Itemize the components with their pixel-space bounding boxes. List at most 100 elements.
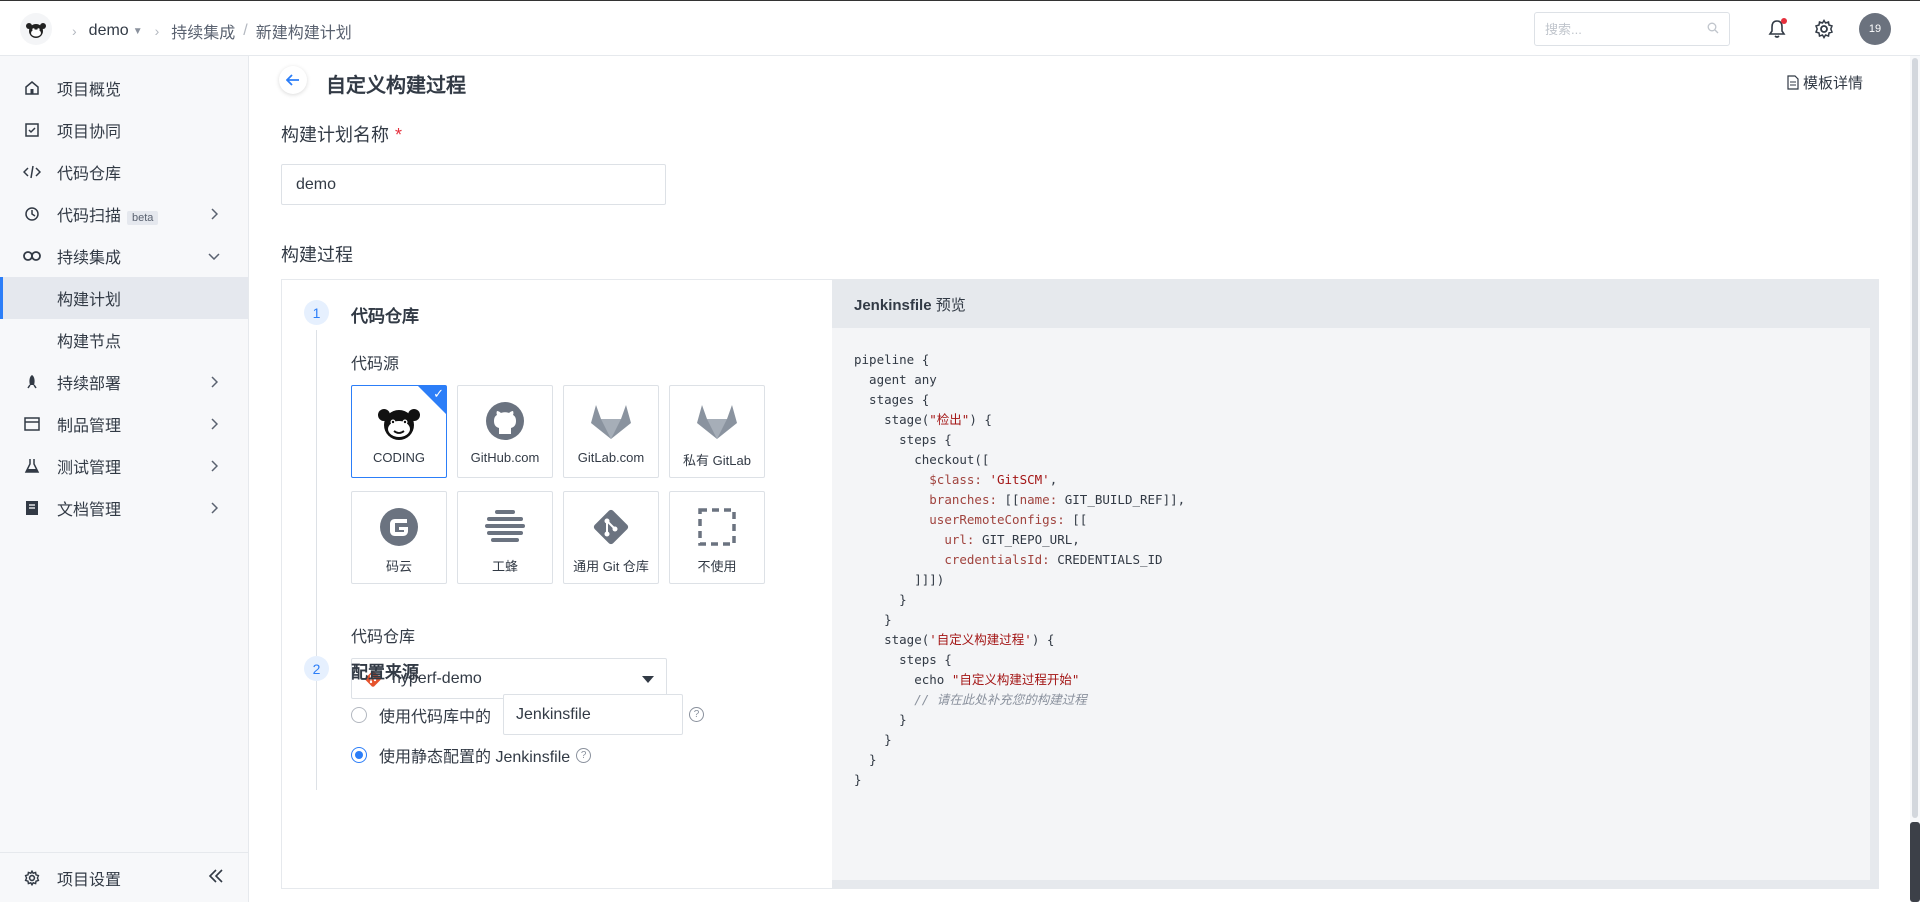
code-line: stage('自定义构建过程') { [854,632,1055,647]
source-card-label: 工蜂 [491,559,518,574]
preview-title-suffix: 预览 [935,297,966,314]
avatar[interactable]: 19 [1859,13,1891,45]
source-card-coding[interactable]: ✓ CODING [351,385,447,478]
code-line: } [854,752,877,767]
sidebar-item-label-wrap: 代码扫描 beta [57,202,159,226]
help-icon[interactable]: ? [576,747,592,763]
sidebar-item-label: 制品管理 [57,418,122,435]
sidebar-item-scan[interactable]: 代码扫描 beta [0,193,248,235]
code-line: agent any [854,372,937,387]
search-input[interactable] [1545,21,1695,37]
git-icon [591,492,631,554]
code-line: } [854,772,862,787]
top-bar: › demo ▼ › 持续集成 / 新建构建计划 19 [0,0,1920,56]
radio-button[interactable] [351,706,367,723]
sidebar: 项目概览 项目协同 代码仓库 代码扫描 beta 持续集成 构建计划 构建节点 持… [0,56,249,902]
file-icon [1787,75,1799,90]
sidebar-item-label: 持续部署 [57,376,122,393]
step-title: 代码仓库 [351,307,419,326]
sidebar-item-label: 文档管理 [57,502,122,519]
gitee-icon [379,492,419,554]
gitlab-icon [695,386,739,448]
sidebar-item-label: 构建计划 [57,292,122,309]
source-card-private-gitlab[interactable]: 私有 GitLab [669,385,765,478]
sidebar-item-repo[interactable]: 代码仓库 [0,151,248,193]
back-button[interactable] [279,66,307,94]
search-icon[interactable] [1707,21,1719,37]
chevron-right-icon [206,458,222,474]
source-card-label: 不使用 [697,559,737,574]
code-line: $class: 'GitSCM', [929,472,1058,487]
code-line: credentialsId: CREDENTIALS_ID [944,552,1163,567]
help-icon[interactable]: ? [689,707,705,722]
jenkinsfile-code[interactable]: pipeline { agent any stages { stage("检出"… [854,350,1185,790]
preview-scrollbar-horizontal[interactable] [832,880,1870,888]
sidebar-item-ci[interactable]: 持续集成 [0,235,248,277]
sidebar-footer: 项目设置 [0,852,248,902]
chevron-right-icon [206,500,222,516]
jenkinsfile-preview: Jenkinsfile 预览 pipeline { agent any stag… [832,280,1878,888]
bell-icon[interactable] [1765,17,1789,41]
breadcrumb-separator: / [243,22,248,39]
check-icon: ✓ [433,386,444,401]
project-switcher[interactable]: demo [89,22,129,40]
sidebar-item-docs[interactable]: 文档管理 [0,487,248,529]
chevron-right-icon: › [72,23,77,39]
coding-logo-icon [375,386,423,448]
plan-name-label: 构建计划名称 * [281,121,402,147]
code-source-label: 代码源 [351,356,400,373]
sidebar-item-testing[interactable]: 测试管理 [0,445,248,487]
build-steps: 1 代码仓库 代码源 ✓ CODING GitHub.com GitLab.co… [282,280,832,888]
build-process-label: 构建过程 [281,245,353,265]
box-icon [22,414,42,434]
caret-down-icon[interactable]: ▼ [133,26,143,37]
step-number: 1 [304,300,329,325]
source-card-none[interactable]: 不使用 [669,491,765,584]
code-line: stage("检出") { [854,412,992,427]
home-icon [22,78,42,98]
collapse-sidebar-icon[interactable] [208,869,224,886]
source-card-label: 通用 Git 仓库 [573,559,649,574]
page-scrollbar-thumb[interactable] [1912,58,1918,818]
sidebar-item-build-plans[interactable]: 构建计划 [0,277,248,319]
source-card-gitlab[interactable]: GitLab.com [563,385,659,478]
sidebar-item-collab[interactable]: 项目协同 [0,109,248,151]
sidebar-item-label: 构建节点 [57,334,122,351]
preview-scrollbar-vertical[interactable] [1870,328,1878,888]
template-details-link[interactable]: 模板详情 [1787,72,1863,93]
scan-icon [22,204,42,224]
source-card-tgit[interactable]: 工蜂 [457,491,553,584]
source-card-gitee[interactable]: 码云 [351,491,447,584]
sidebar-item-label: 项目概览 [57,82,122,99]
main-content: 自定义构建过程 模板详情 构建计划名称 * 构建过程 1 代码仓库 代码源 ✓ C… [249,56,1920,902]
sidebar-item-label: 持续集成 [57,250,122,267]
search-box[interactable] [1534,12,1730,46]
gitlab-icon [589,386,633,448]
radio-button-selected[interactable] [351,747,367,763]
config-source-option-static[interactable]: 使用静态配置的 Jenkinsfile ? [351,743,592,767]
chevron-down-icon [206,248,222,264]
sidebar-item-cd[interactable]: 持续部署 [0,361,248,403]
dashed-square-icon [697,492,737,554]
preview-title: Jenkinsfile [854,297,932,314]
source-card-github[interactable]: GitHub.com [457,385,553,478]
beta-badge: beta [127,211,159,225]
source-card-generic-git[interactable]: 通用 Git 仓库 [563,491,659,584]
sidebar-item-artifacts[interactable]: 制品管理 [0,403,248,445]
radio-label: 使用静态配置的 Jenkinsfile [379,749,571,766]
coding-logo-icon[interactable] [20,13,52,45]
infinity-icon [22,246,42,266]
notification-dot [1781,18,1787,24]
breadcrumb-current: 新建构建计划 [255,25,352,42]
plan-name-input[interactable] [281,164,666,205]
build-process-panel: 1 代码仓库 代码源 ✓ CODING GitHub.com GitLab.co… [281,279,1879,889]
jenkinsfile-path-input[interactable] [503,694,684,735]
config-source-option-repo[interactable]: 使用代码库中的 ? [351,694,705,735]
sidebar-item-overview[interactable]: 项目概览 [0,67,248,109]
gear-icon[interactable] [1812,17,1836,41]
breadcrumb-parent[interactable]: 持续集成 [171,19,235,43]
sidebar-item-build-nodes[interactable]: 构建节点 [0,319,248,361]
required-mark: * [395,125,403,145]
source-card-label: 私有 GitLab [683,453,751,468]
code-line: ]]]) [854,572,945,587]
